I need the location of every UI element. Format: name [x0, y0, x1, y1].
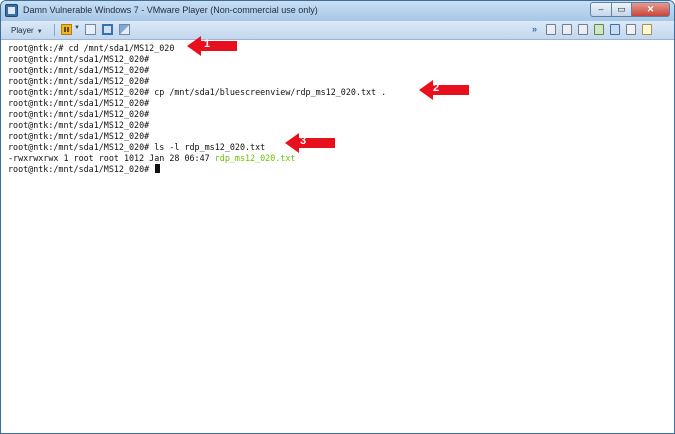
cd-drive-icon[interactable]	[562, 24, 572, 35]
vmware-player-window: Damn Vulnerable Windows 7 - VMware Playe…	[0, 0, 675, 434]
terminal-line: root@ntk:/mnt/sda1/MS12_020#	[8, 76, 150, 86]
terminal-line: root@ntk:/mnt/sda1/MS12_020#	[8, 120, 150, 130]
fullscreen-icon[interactable]	[102, 24, 113, 35]
player-menu-label: Player	[11, 26, 34, 35]
network-icon[interactable]	[610, 24, 620, 35]
annotation-number: 1	[203, 38, 211, 50]
title-bar[interactable]: Damn Vulnerable Windows 7 - VMware Playe…	[1, 1, 674, 21]
terminal-line: root@ntk:/mnt/sda1/MS12_020#	[8, 54, 150, 64]
minimize-button[interactable]: –	[590, 2, 612, 17]
terminal-line: root@ntk:/mnt/sda1/MS12_020# ls -l rdp_m…	[8, 142, 266, 152]
arrow-left-icon	[285, 133, 335, 153]
annotation-number: 3	[299, 135, 307, 147]
close-button[interactable]: ✕	[632, 2, 670, 17]
terminal-cursor	[155, 164, 161, 173]
window-controls: – ▭ ✕	[590, 2, 670, 18]
terminal-prompt-line: root@ntk:/mnt/sda1/MS12_020#	[8, 164, 161, 175]
window-title: Damn Vulnerable Windows 7 - VMware Playe…	[23, 5, 318, 15]
terminal-line: root@ntk:/# cd /mnt/sda1/MS12_020	[8, 43, 175, 53]
toolbar-separator	[54, 24, 55, 36]
unity-icon[interactable]	[119, 24, 130, 35]
forward-icon[interactable]: »	[532, 24, 542, 35]
player-menu-button[interactable]: Player ▼	[6, 23, 48, 38]
vmware-app-icon	[5, 4, 18, 17]
player-toolbar: Player ▼ ▼ »	[1, 21, 674, 40]
file-permissions-text: -rwxrwxrwx 1 root root 1012 Jan 28 06:47	[8, 153, 215, 163]
terminal-prompt: root@ntk:/mnt/sda1/MS12_020#	[8, 164, 155, 174]
usb-icon[interactable]	[594, 24, 604, 35]
terminal-console[interactable]: root@ntk:/# cd /mnt/sda1/MS12_020 root@n…	[1, 40, 674, 433]
chevron-down-icon: ▼	[36, 29, 43, 35]
send-ctrl-alt-del-icon[interactable]	[85, 24, 96, 35]
floppy-icon[interactable]	[578, 24, 588, 35]
terminal-line: root@ntk:/mnt/sda1/MS12_020# cp /mnt/sda…	[8, 87, 387, 97]
pause-menu-chevron-icon[interactable]: ▼	[74, 25, 80, 31]
terminal-line: root@ntk:/mnt/sda1/MS12_020#	[8, 109, 150, 119]
terminal-line-listing: -rwxrwxrwx 1 root root 1012 Jan 28 06:47…	[8, 153, 295, 164]
annotation-arrow-1: 1	[187, 36, 237, 56]
sound-icon[interactable]	[626, 24, 636, 35]
message-icon[interactable]	[642, 24, 652, 35]
pause-icon[interactable]	[61, 24, 72, 35]
terminal-line: root@ntk:/mnt/sda1/MS12_020#	[8, 131, 150, 141]
file-name-text: rdp_ms12_020.txt	[214, 153, 296, 163]
annotation-arrow-2: 2	[419, 80, 469, 100]
maximize-button[interactable]: ▭	[612, 2, 632, 17]
annotation-arrow-3: 3	[285, 133, 335, 153]
arrow-left-icon	[419, 80, 469, 100]
terminal-line: root@ntk:/mnt/sda1/MS12_020#	[8, 98, 150, 108]
annotation-number: 2	[432, 82, 440, 94]
hard-disk-icon[interactable]	[546, 24, 556, 35]
terminal-line: root@ntk:/mnt/sda1/MS12_020#	[8, 65, 150, 75]
